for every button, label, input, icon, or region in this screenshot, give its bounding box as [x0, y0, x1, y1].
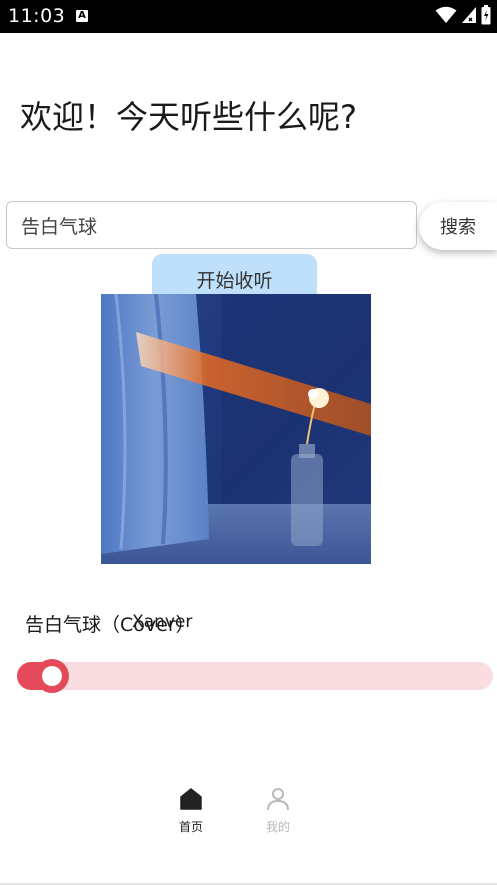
- bottom-nav: 首页 我的: [0, 780, 497, 850]
- nav-label-mine: 我的: [265, 820, 290, 834]
- wifi-icon: [435, 6, 457, 28]
- search-button[interactable]: 搜索: [419, 202, 497, 250]
- status-bar: 11:03 A: [0, 0, 497, 33]
- nav-item-home[interactable]: 首页: [161, 786, 221, 842]
- battery-icon: [481, 5, 491, 29]
- nav-label-home: 首页: [178, 820, 203, 834]
- signal-icon: [461, 6, 477, 28]
- home-icon: [178, 786, 204, 812]
- progress-thumb[interactable]: [34, 659, 69, 693]
- song-artist: Xanver: [132, 612, 193, 632]
- song-cover-image: [101, 294, 371, 564]
- status-icons: [435, 5, 491, 29]
- progress-thumb-inner: [41, 666, 62, 686]
- profile-icon: [265, 786, 291, 812]
- nav-item-mine[interactable]: 我的: [248, 786, 308, 842]
- progress-track[interactable]: [17, 662, 493, 690]
- status-time: 11:03: [8, 5, 66, 27]
- welcome-heading: 欢迎！今天听些什么呢?: [20, 98, 357, 136]
- search-input[interactable]: [6, 201, 417, 249]
- keyboard-a-icon: A: [76, 10, 88, 22]
- app-screen: 11:03 A 欢迎！今天听些什么呢? 告白气球 搜索 开始收听 告白气球（Co…: [0, 0, 497, 885]
